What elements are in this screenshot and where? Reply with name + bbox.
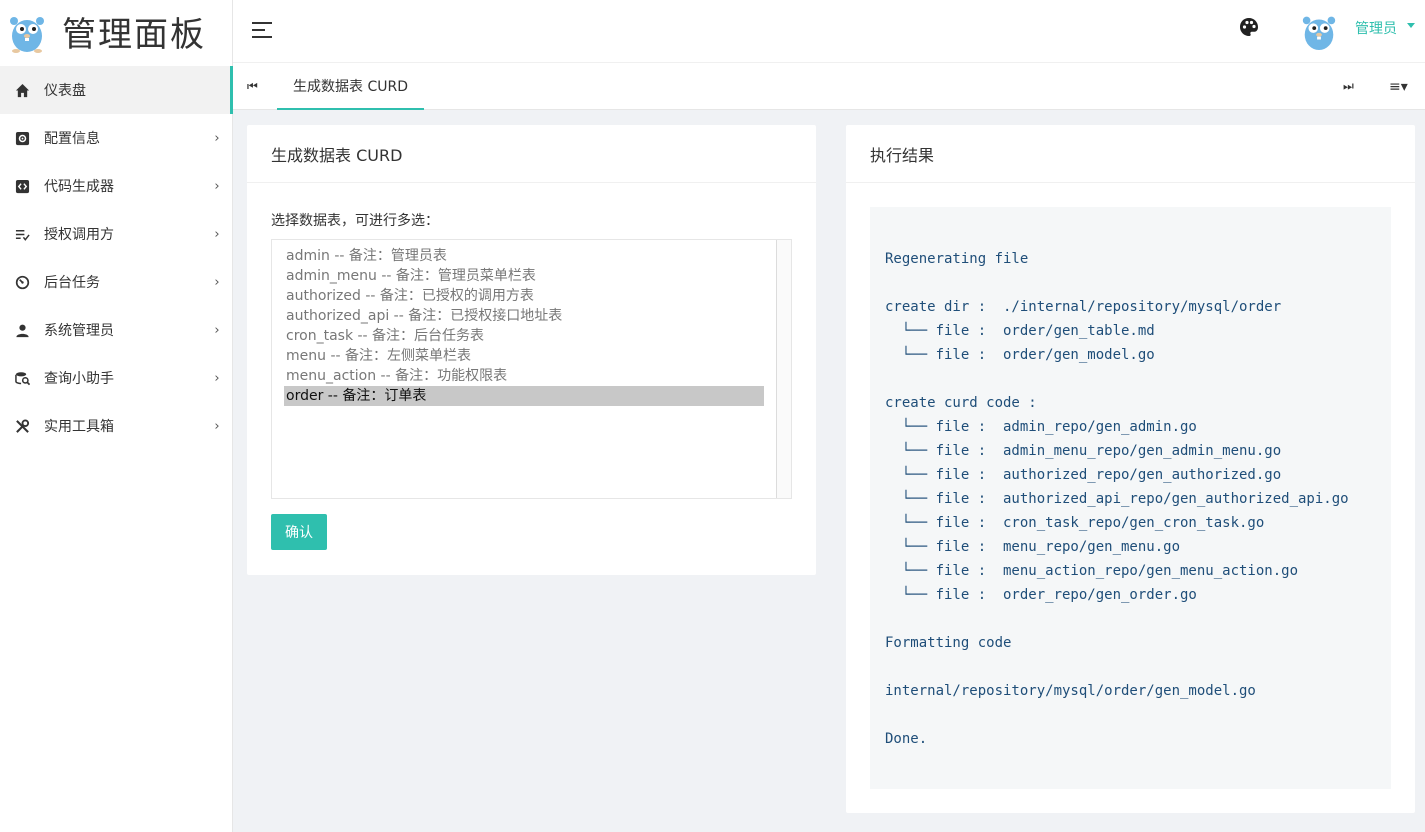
sidebar-menu: 仪表盘 配置信息 › 代码生成器 › 授权调用方 › 后台任务 › 系统管理员 … [0, 66, 233, 450]
table-option[interactable]: admin -- 备注：管理员表 [272, 246, 765, 266]
tab-scroll-right-button[interactable]: ⏭ [1343, 79, 1354, 94]
tab-generate-curd[interactable]: 生成数据表 CURD [277, 63, 424, 110]
settings-box-icon [14, 130, 30, 146]
table-option-selected[interactable]: order -- 备注：订单表 [284, 386, 764, 406]
search-database-icon [14, 370, 30, 386]
output-line: └── file : order/gen_model.go [885, 347, 1155, 363]
output-line: └── file : menu_repo/gen_menu.go [885, 539, 1181, 555]
result-card: 执行结果 Regenerating file create dir : ./in… [846, 125, 1415, 813]
tab-label: 生成数据表 CURD [293, 78, 408, 95]
sidebar-item-label: 查询小助手 [44, 371, 114, 387]
output-line: Done. [885, 731, 928, 747]
menu-toggle-icon[interactable] [251, 19, 273, 41]
card-title: 执行结果 [846, 125, 1415, 183]
top-header: 管理员 [233, 0, 1425, 62]
list-check-icon [14, 226, 30, 242]
sidebar-item-label: 仪表盘 [44, 83, 86, 99]
caret-down-icon[interactable] [1407, 23, 1415, 28]
output-line: create dir : ./internal/repository/mysql… [885, 299, 1282, 315]
chevron-right-icon: › [214, 226, 220, 242]
table-option[interactable]: menu_action -- 备注：功能权限表 [272, 366, 765, 386]
chevron-right-icon: › [214, 370, 220, 386]
sidebar: 管理面板 仪表盘 配置信息 › 代码生成器 › 授权调用方 › 后台任务 › 系… [0, 0, 233, 832]
output-line: └── file : menu_action_repo/gen_menu_act… [885, 563, 1299, 579]
output-line: └── file : authorized_repo/gen_authorize… [885, 467, 1282, 483]
output-line: └── file : order_repo/gen_order.go [885, 587, 1197, 603]
user-icon [14, 322, 30, 338]
chevron-right-icon: › [214, 322, 220, 338]
table-option[interactable]: authorized_api -- 备注：已授权接口地址表 [272, 306, 765, 326]
output-line: └── file : admin_menu_repo/gen_admin_men… [885, 443, 1282, 459]
user-name[interactable]: 管理员 [1355, 18, 1397, 38]
output-line: Formatting code [885, 635, 1012, 651]
table-multi-select[interactable]: admin -- 备注：管理员表 admin_menu -- 备注：管理员菜单栏… [271, 239, 792, 499]
home-icon [14, 82, 30, 98]
table-option[interactable]: menu -- 备注：左侧菜单栏表 [272, 346, 765, 366]
avatar[interactable] [1299, 8, 1339, 52]
sidebar-item-dashboard[interactable]: 仪表盘 [0, 66, 233, 114]
sidebar-item-label: 后台任务 [44, 275, 100, 291]
sidebar-item-background-tasks[interactable]: 后台任务 › [0, 258, 232, 306]
output-line: └── file : admin_repo/gen_admin.go [885, 419, 1197, 435]
output-line: └── file : authorized_api_repo/gen_autho… [885, 491, 1349, 507]
sidebar-item-label: 系统管理员 [44, 323, 114, 339]
chevron-right-icon: › [214, 418, 220, 434]
output-line: └── file : cron_task_repo/gen_cron_task.… [885, 515, 1265, 531]
tab-scroll-left-button[interactable]: ⏮ [247, 79, 258, 94]
select-scrollbar[interactable] [776, 240, 791, 498]
confirm-button[interactable]: 确认 [271, 514, 327, 550]
table-option[interactable]: cron_task -- 备注：后台任务表 [272, 326, 765, 346]
tools-icon [14, 418, 30, 434]
output-line: internal/repository/mysql/order/gen_mode… [885, 683, 1256, 699]
sidebar-item-label: 授权调用方 [44, 227, 114, 243]
table-option[interactable]: authorized -- 备注：已授权的调用方表 [272, 286, 765, 306]
palette-icon[interactable] [1238, 16, 1260, 38]
option-list: admin -- 备注：管理员表 admin_menu -- 备注：管理员菜单栏… [272, 240, 791, 406]
output-line: └── file : order/gen_table.md [885, 323, 1155, 339]
chevron-right-icon: › [214, 130, 220, 146]
output-line: create curd code : [885, 395, 1037, 411]
sidebar-item-authorized[interactable]: 授权调用方 › [0, 210, 232, 258]
chevron-right-icon: › [214, 274, 220, 290]
tab-menu-button[interactable]: ≡▾ [1389, 79, 1408, 95]
sidebar-item-toolbox[interactable]: 实用工具箱 › [0, 402, 232, 450]
card-title: 生成数据表 CURD [247, 125, 816, 183]
sidebar-item-code-generator[interactable]: 代码生成器 › [0, 162, 232, 210]
sidebar-item-label: 代码生成器 [44, 179, 114, 195]
sidebar-item-label: 配置信息 [44, 131, 100, 147]
sidebar-item-config[interactable]: 配置信息 › [0, 114, 232, 162]
table-option[interactable]: admin_menu -- 备注：管理员菜单栏表 [272, 266, 765, 286]
timer-icon [14, 274, 30, 290]
sidebar-item-query-helper[interactable]: 查询小助手 › [0, 354, 232, 402]
code-icon [14, 178, 30, 194]
table-select-label: 选择数据表，可进行多选： [271, 213, 439, 229]
generate-curd-card: 生成数据表 CURD 选择数据表，可进行多选： admin -- 备注：管理员表… [247, 125, 816, 575]
brand[interactable]: 管理面板 [0, 0, 232, 62]
sidebar-item-admins[interactable]: 系统管理员 › [0, 306, 232, 354]
app-title: 管理面板 [62, 14, 206, 55]
gopher-logo-icon [10, 17, 44, 53]
result-output: Regenerating file create dir : ./interna… [870, 207, 1391, 789]
sidebar-item-label: 实用工具箱 [44, 419, 114, 435]
output-line: Regenerating file [885, 251, 1029, 267]
chevron-right-icon: › [214, 178, 220, 194]
tab-bar: ⏮ 生成数据表 CURD ⏭ ≡▾ [233, 62, 1425, 110]
